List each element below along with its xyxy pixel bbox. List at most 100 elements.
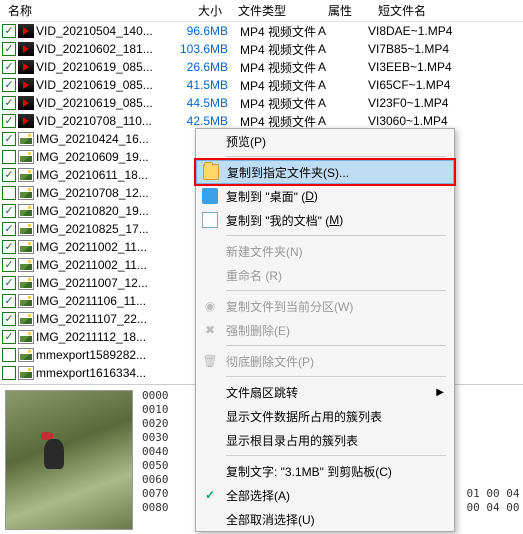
desktop-icon	[202, 188, 218, 204]
menu-show-clusters[interactable]: 显示文件数据所占用的簇列表	[196, 404, 454, 428]
delete-icon: ✖	[202, 322, 218, 338]
image-icon	[18, 258, 34, 272]
preview-thumbnail	[5, 390, 133, 530]
file-name: VID_20210504_140...	[36, 24, 168, 38]
file-row[interactable]: VID_20210602_181...103.6MBMP4 视频文件AVI7B8…	[0, 40, 523, 58]
checkbox[interactable]	[2, 186, 16, 200]
documents-icon	[202, 212, 218, 228]
check-icon: ✓	[202, 487, 218, 503]
file-size: 41.5MB	[168, 78, 228, 92]
file-shortname: VI7B85~1.MP4	[368, 42, 488, 56]
globe-icon: ◉	[202, 298, 218, 314]
menu-copy-to-folder[interactable]: 复制到指定文件夹(S)...	[196, 160, 454, 184]
checkbox[interactable]	[2, 366, 16, 380]
checkbox[interactable]	[2, 258, 16, 272]
menu-force-delete[interactable]: ✖ 强制删除(E)	[196, 318, 454, 342]
file-shortname: VI3060~1.MP4	[368, 114, 488, 128]
checkbox[interactable]	[2, 78, 16, 92]
file-attr: A	[318, 78, 368, 92]
context-menu: 预览(P) 复制到指定文件夹(S)... 复制到 "桌面" (D) 复制到 "我…	[195, 128, 455, 532]
checkbox[interactable]	[2, 132, 16, 146]
checkbox[interactable]	[2, 168, 16, 182]
image-icon	[18, 276, 34, 290]
checkbox[interactable]	[2, 312, 16, 326]
image-icon	[18, 168, 34, 182]
file-type: MP4 视频文件	[228, 59, 318, 76]
image-icon	[18, 312, 34, 326]
menu-jump-sector[interactable]: 文件扇区跳转 ▶	[196, 380, 454, 404]
checkbox[interactable]	[2, 150, 16, 164]
menu-rename[interactable]: 重命名 (R)	[196, 263, 454, 287]
file-row[interactable]: VID_20210619_085...26.6MBMP4 视频文件AVI3EEB…	[0, 58, 523, 76]
col-size[interactable]: 大小	[170, 0, 230, 21]
image-icon	[18, 240, 34, 254]
file-size: 44.5MB	[168, 96, 228, 110]
checkbox[interactable]	[2, 114, 16, 128]
separator	[226, 345, 446, 346]
separator	[226, 235, 446, 236]
file-type: MP4 视频文件	[228, 77, 318, 94]
file-name: IMG_20211002_11...	[36, 240, 168, 254]
col-attr[interactable]: 属性	[320, 0, 370, 21]
menu-full-delete[interactable]: 🗑 彻底删除文件(P)	[196, 349, 454, 373]
checkbox[interactable]	[2, 42, 16, 56]
file-name: IMG_20210424_16...	[36, 132, 168, 146]
file-attr: A	[318, 42, 368, 56]
image-icon	[18, 132, 34, 146]
image-icon	[18, 150, 34, 164]
file-shortname: VI65CF~1.MP4	[368, 78, 488, 92]
menu-deselect-all[interactable]: 全部取消选择(U)	[196, 507, 454, 531]
file-name: mmexport1589282...	[36, 348, 168, 362]
menu-preview[interactable]: 预览(P)	[196, 129, 454, 153]
file-name: IMG_20211106_11...	[36, 294, 168, 308]
file-name: IMG_20211002_11...	[36, 258, 168, 272]
file-name: IMG_20210825_17...	[36, 222, 168, 236]
file-name: VID_20210619_085...	[36, 78, 168, 92]
file-row[interactable]: VID_20210504_140...96.6MBMP4 视频文件AVI8DAE…	[0, 22, 523, 40]
file-size: 42.5MB	[168, 114, 228, 128]
image-icon	[18, 366, 34, 380]
col-type[interactable]: 文件类型	[230, 0, 320, 21]
separator	[226, 290, 446, 291]
file-row[interactable]: VID_20210619_085...44.5MBMP4 视频文件AVI23F0…	[0, 94, 523, 112]
file-name: IMG_20210820_19...	[36, 204, 168, 218]
checkbox[interactable]	[2, 96, 16, 110]
file-name: VID_20210708_110...	[36, 114, 168, 128]
col-short[interactable]: 短文件名	[370, 0, 490, 21]
checkbox[interactable]	[2, 330, 16, 344]
separator	[226, 455, 446, 456]
file-shortname: VI8DAE~1.MP4	[368, 24, 488, 38]
file-row[interactable]: VID_20210619_085...41.5MBMP4 视频文件AVI65CF…	[0, 76, 523, 94]
image-icon	[18, 204, 34, 218]
file-type: MP4 视频文件	[228, 113, 318, 130]
checkbox[interactable]	[2, 204, 16, 218]
menu-new-folder[interactable]: 新建文件夹(N)	[196, 239, 454, 263]
checkbox[interactable]	[2, 294, 16, 308]
file-name: IMG_20210708_12...	[36, 186, 168, 200]
col-name[interactable]: 名称	[0, 0, 170, 21]
checkbox[interactable]	[2, 24, 16, 38]
file-type: MP4 视频文件	[228, 95, 318, 112]
menu-copy-text[interactable]: 复制文字: "3.1MB" 到剪贴板(C)	[196, 459, 454, 483]
video-icon	[18, 60, 34, 74]
checkbox[interactable]	[2, 276, 16, 290]
menu-copy-to-docs[interactable]: 复制到 "我的文档" (M)	[196, 208, 454, 232]
folder-icon	[203, 164, 219, 180]
submenu-arrow-icon: ▶	[436, 387, 444, 398]
menu-select-all[interactable]: ✓ 全部选择(A)	[196, 483, 454, 507]
column-header[interactable]: 名称 大小 文件类型 属性 短文件名	[0, 0, 523, 22]
separator	[226, 156, 446, 157]
video-icon	[18, 78, 34, 92]
file-size: 96.6MB	[168, 24, 228, 38]
image-icon	[18, 348, 34, 362]
file-name: IMG_20210609_19...	[36, 150, 168, 164]
checkbox[interactable]	[2, 240, 16, 254]
menu-copy-to-desktop[interactable]: 复制到 "桌面" (D)	[196, 184, 454, 208]
checkbox[interactable]	[2, 60, 16, 74]
checkbox[interactable]	[2, 222, 16, 236]
menu-copy-partition[interactable]: ◉ 复制文件到当前分区(W)	[196, 294, 454, 318]
checkbox[interactable]	[2, 348, 16, 362]
separator	[226, 376, 446, 377]
menu-show-root-clusters[interactable]: 显示根目录占用的簇列表	[196, 428, 454, 452]
file-name: IMG_20211112_18...	[36, 330, 168, 344]
